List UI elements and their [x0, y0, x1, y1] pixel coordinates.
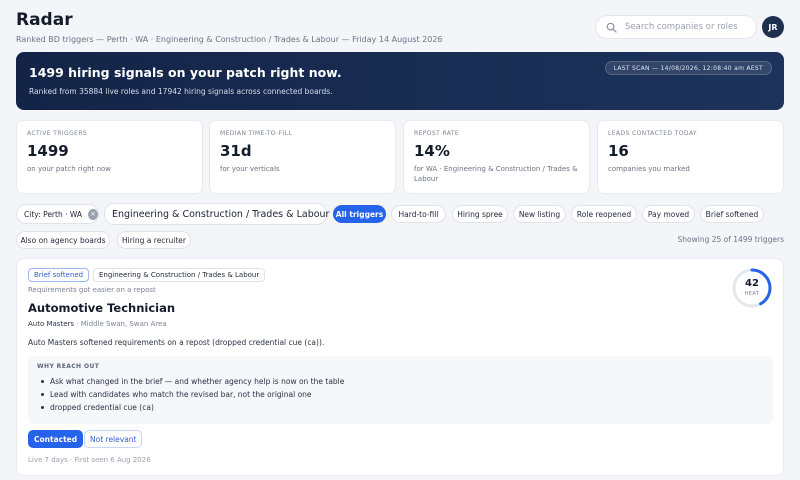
sector-select-value: Engineering & Construction / Trades & La…	[112, 208, 330, 220]
not-relevant-button[interactable]: Not relevant	[84, 430, 143, 448]
trigger-caption: Requirements got easier on a repost	[28, 286, 156, 294]
reach-out-panel: WHY REACH OUT Ask what changed in the br…	[28, 356, 773, 424]
contacted-button[interactable]: Contacted	[28, 430, 84, 448]
stat-value: 1499	[27, 142, 69, 160]
company-line: Auto Masters · Middle Swan, Swan Area	[28, 320, 167, 328]
hero-banner: 1499 hiring signals on your patch right …	[16, 52, 784, 110]
stat-label: MEDIAN TIME-TO-FILL	[220, 130, 293, 137]
reach-out-point: dropped credential cue (ca)	[37, 401, 764, 414]
role-title[interactable]: Automotive Technician	[28, 301, 175, 315]
trigger-meta: Live 7 days · First seen 6 Aug 2026	[28, 456, 151, 464]
city-filter-label: City: Perth · WA	[24, 209, 83, 219]
sector-select[interactable]: Engineering & Construction / Trades & La…	[104, 203, 330, 225]
page-subtitle: Ranked BD triggers — Perth · WA · Engine…	[16, 35, 443, 44]
hero-subtitle: Ranked from 35884 live roles and 17942 h…	[29, 87, 333, 96]
reach-out-point: Lead with candidates who match the revis…	[37, 388, 764, 401]
search-input[interactable]	[625, 22, 755, 32]
trigger-description: Auto Masters softened requirements on a …	[28, 338, 325, 347]
last-scan-badge: LAST SCAN — 14/08/2026, 12:08:40 am AEST	[604, 61, 772, 75]
stat-value: 16	[608, 142, 629, 160]
trigger-filter-all[interactable]: All triggers	[333, 205, 386, 223]
trigger-type-tag: Brief softened	[28, 268, 90, 282]
search-icon	[606, 22, 617, 33]
stat-note: companies you marked	[608, 165, 690, 173]
stat-card-repost-rate: REPOST RATE 14% for WA · Engineering & C…	[403, 120, 590, 194]
sector-tag: Engineering & Construction / Trades & La…	[93, 268, 266, 282]
trigger-filter-hiring-recruiter[interactable]: Hiring a recruiter	[117, 231, 191, 249]
stat-note: for your verticals	[220, 165, 280, 173]
stat-label: LEADS CONTACTED TODAY	[608, 130, 697, 137]
trigger-filter-role-reopened[interactable]: Role reopened	[571, 205, 637, 223]
results-count: Showing 25 of 1499 triggers	[677, 235, 784, 244]
stat-label: REPOST RATE	[414, 130, 460, 137]
trigger-filter-hard-to-fill[interactable]: Hard-to-fill	[391, 205, 446, 223]
heat-score: 42	[745, 278, 759, 289]
stat-value: 14%	[414, 142, 450, 160]
trigger-filter-pay-moved[interactable]: Pay moved	[642, 205, 695, 223]
trigger-filter-new-listing[interactable]: New listing	[513, 205, 566, 223]
heat-label: HEAT	[744, 291, 760, 297]
company-location: · Middle Swan, Swan Area	[74, 320, 167, 328]
stat-card-median-time-to-fill: MEDIAN TIME-TO-FILL 31d for your vertica…	[209, 120, 396, 194]
stat-value: 31d	[220, 142, 252, 160]
stat-label: ACTIVE TRIGGERS	[27, 130, 88, 137]
search-box[interactable]	[595, 15, 757, 39]
reach-out-point: Ask what changed in the brief — and whet…	[37, 375, 764, 388]
clear-icon[interactable]: ×	[88, 208, 98, 220]
stat-note: on your patch right now	[27, 165, 112, 173]
page-title: Radar	[16, 10, 73, 30]
trigger-filter-hiring-spree[interactable]: Hiring spree	[452, 205, 508, 223]
heat-gauge: 42 HEAT	[731, 267, 773, 309]
trigger-filter-agency-boards[interactable]: Also on agency boards	[16, 231, 110, 249]
reach-out-label: WHY REACH OUT	[37, 363, 100, 370]
trigger-filter-brief-softened[interactable]: Brief softened	[700, 205, 764, 223]
hero-title: 1499 hiring signals on your patch right …	[29, 65, 342, 80]
company-name[interactable]: Auto Masters	[28, 320, 74, 328]
stat-card-leads-contacted: LEADS CONTACTED TODAY 16 companies you m…	[597, 120, 784, 194]
stat-note: for WA · Engineering & Construction / Tr…	[414, 165, 578, 183]
avatar[interactable]: JR	[762, 16, 784, 38]
city-filter[interactable]: City: Perth · WA ×	[16, 204, 99, 224]
stat-card-active-triggers: ACTIVE TRIGGERS 1499 on your patch right…	[16, 120, 203, 194]
trigger-card: Brief softened Engineering & Constructio…	[16, 258, 784, 476]
